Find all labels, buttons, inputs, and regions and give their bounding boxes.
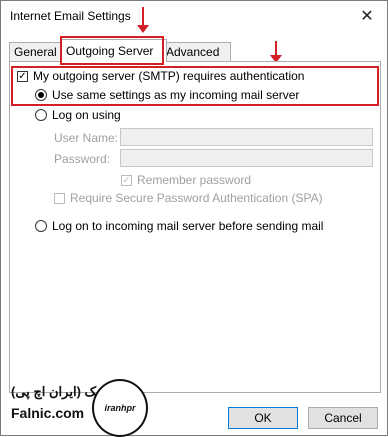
requires-auth-row[interactable]: ✓ My outgoing server (SMTP) requires aut… bbox=[17, 69, 304, 83]
log-on-using-row[interactable]: Log on using bbox=[35, 108, 121, 122]
tab-advanced[interactable]: Advanced bbox=[161, 42, 231, 62]
brand-badge-text: iranhpr bbox=[104, 403, 136, 413]
require-spa-checkbox[interactable] bbox=[54, 192, 65, 204]
require-spa-row[interactable]: Require Secure Password Authentication (… bbox=[54, 191, 323, 205]
password-field[interactable] bbox=[120, 149, 373, 167]
remember-password-label: Remember password bbox=[137, 173, 252, 187]
require-spa-label: Require Secure Password Authentication (… bbox=[70, 191, 323, 205]
title-bar: Internet Email Settings ✕ bbox=[1, 1, 387, 31]
tab-general[interactable]: General bbox=[9, 42, 63, 62]
password-label: Password: bbox=[54, 152, 111, 166]
log-on-incoming-radio[interactable] bbox=[35, 220, 47, 232]
brand-english-text: Falnic.com bbox=[11, 405, 85, 421]
ok-button[interactable]: OK bbox=[228, 407, 298, 429]
user-name-label: User Name: bbox=[54, 131, 119, 145]
user-name-field[interactable] bbox=[120, 128, 373, 146]
use-same-row[interactable]: Use same settings as my incoming mail se… bbox=[35, 88, 299, 102]
window-title: Internet Email Settings bbox=[10, 9, 131, 23]
use-same-label: Use same settings as my incoming mail se… bbox=[52, 88, 300, 102]
annotation-arrow-icon bbox=[270, 41, 282, 63]
remember-password-checkbox[interactable]: ✓ bbox=[121, 174, 132, 186]
tab-outgoing-server[interactable]: Outgoing Server bbox=[61, 39, 167, 62]
cancel-button[interactable]: Cancel bbox=[308, 407, 378, 429]
log-on-using-radio[interactable] bbox=[35, 109, 47, 121]
log-on-using-label: Log on using bbox=[52, 108, 121, 122]
log-on-incoming-row[interactable]: Log on to incoming mail server before se… bbox=[35, 219, 323, 233]
log-on-incoming-label: Log on to incoming mail server before se… bbox=[52, 219, 324, 233]
dialog-window: Internet Email Settings ✕ General Outgoi… bbox=[0, 0, 388, 437]
requires-auth-label: My outgoing server (SMTP) requires authe… bbox=[33, 69, 305, 83]
brand-logo-icon: iranhpr bbox=[92, 379, 148, 437]
close-icon[interactable]: ✕ bbox=[357, 6, 377, 26]
annotation-arrow-icon bbox=[137, 7, 149, 33]
requires-auth-checkbox[interactable]: ✓ bbox=[17, 70, 28, 82]
use-same-radio[interactable] bbox=[35, 89, 47, 101]
remember-password-row[interactable]: ✓ Remember password bbox=[121, 173, 251, 187]
